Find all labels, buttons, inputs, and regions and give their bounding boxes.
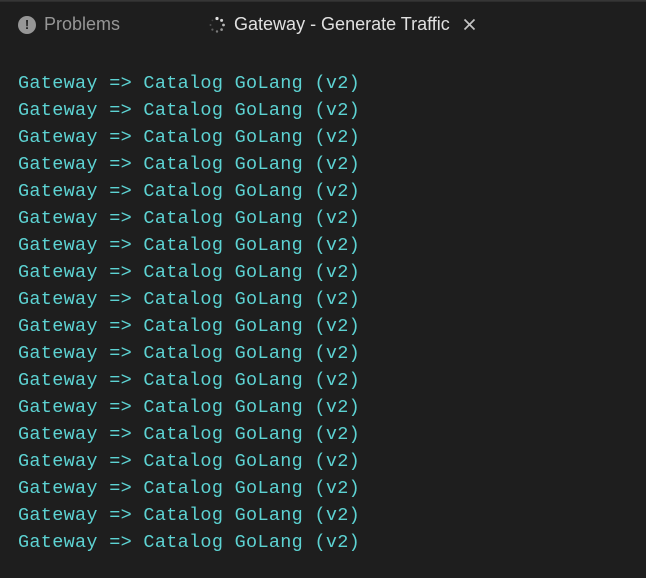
terminal-line: Gateway => Catalog GoLang (v2) — [18, 313, 628, 340]
terminal-line: Gateway => Catalog GoLang (v2) — [18, 502, 628, 529]
terminal-line: Gateway => Catalog GoLang (v2) — [18, 70, 628, 97]
tab-problems[interactable]: ! Problems — [0, 2, 134, 47]
terminal-line: Gateway => Catalog GoLang (v2) — [18, 151, 628, 178]
tab-terminal-label: Gateway - Generate Traffic — [234, 14, 450, 35]
terminal-line: Gateway => Catalog GoLang (v2) — [18, 394, 628, 421]
terminal-line: Gateway => Catalog GoLang (v2) — [18, 232, 628, 259]
terminal-line: Gateway => Catalog GoLang (v2) — [18, 475, 628, 502]
terminal-line: Gateway => Catalog GoLang (v2) — [18, 529, 628, 556]
panel-tab-bar: ! Problems Gateway - Generate Traffic — [0, 2, 646, 48]
terminal-line: Gateway => Catalog GoLang (v2) — [18, 205, 628, 232]
terminal-line: Gateway => Catalog GoLang (v2) — [18, 448, 628, 475]
terminal-line: Gateway => Catalog GoLang (v2) — [18, 367, 628, 394]
tab-problems-label: Problems — [44, 14, 120, 35]
terminal-line: Gateway => Catalog GoLang (v2) — [18, 259, 628, 286]
terminal-line: Gateway => Catalog GoLang (v2) — [18, 178, 628, 205]
terminal-line: Gateway => Catalog GoLang (v2) — [18, 421, 628, 448]
close-icon[interactable] — [462, 17, 478, 33]
error-icon: ! — [18, 16, 36, 34]
tab-terminal[interactable]: Gateway - Generate Traffic — [194, 2, 492, 47]
terminal-line: Gateway => Catalog GoLang (v2) — [18, 124, 628, 151]
terminal-output[interactable]: Gateway => Catalog GoLang (v2)Gateway =>… — [0, 48, 646, 578]
terminal-line: Gateway => Catalog GoLang (v2) — [18, 97, 628, 124]
terminal-line: Gateway => Catalog GoLang (v2) — [18, 340, 628, 367]
terminal-line: Gateway => Catalog GoLang (v2) — [18, 286, 628, 313]
spinner-icon — [208, 16, 226, 34]
